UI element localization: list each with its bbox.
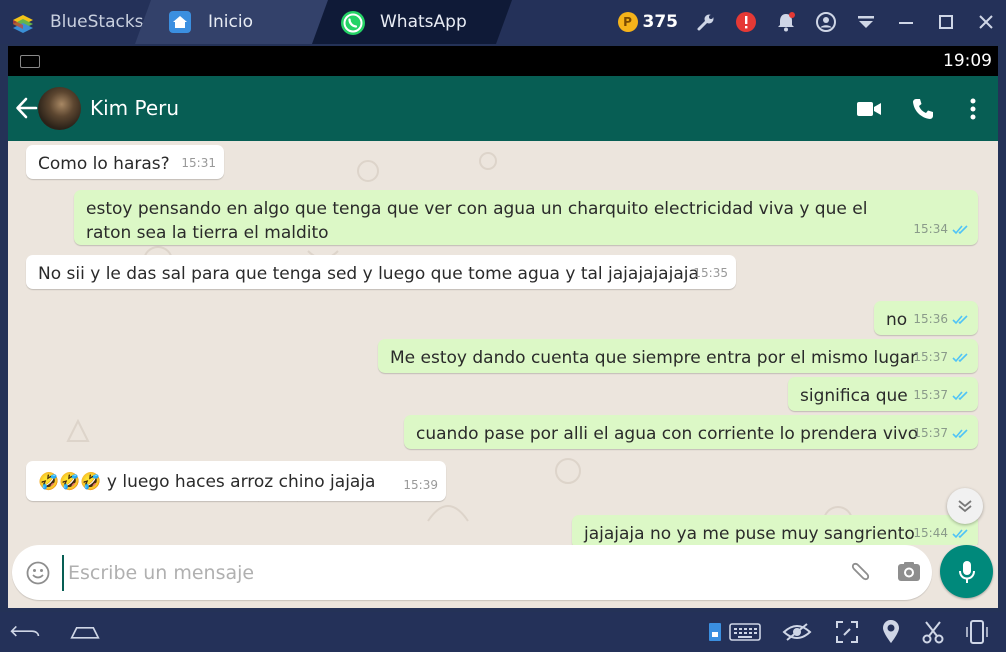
chat-header: Kim Peru	[8, 76, 998, 141]
message-bubble-outgoing[interactable]: jajajaja no ya me puse muy sangriento 15…	[572, 515, 978, 545]
message-time: 15:36	[913, 307, 970, 331]
eye-hidden-icon[interactable]	[782, 618, 812, 646]
message-time: 15:37	[913, 421, 970, 445]
scissors-icon[interactable]	[918, 618, 948, 646]
message-text: estoy pensando en algo que tenga que ver…	[86, 199, 868, 243]
notifications-bell-icon[interactable]	[766, 0, 806, 44]
message-bubble-incoming[interactable]: Como lo haras? 15:31	[26, 145, 224, 179]
coins-counter[interactable]: P 375	[617, 12, 679, 32]
message-input-box[interactable]	[12, 545, 932, 600]
account-icon[interactable]	[806, 0, 846, 44]
bluestacks-window: BlueStacks Inicio WhatsApp P 375 19:09 K…	[0, 0, 1006, 652]
portrait-toggle-icon[interactable]	[700, 618, 730, 646]
message-bubble-outgoing[interactable]: no 15:36	[874, 301, 978, 335]
tab-inicio[interactable]: Inicio	[135, 0, 330, 44]
video-call-icon[interactable]	[854, 94, 884, 124]
double-chevron-down-icon	[958, 500, 972, 513]
more-options-icon[interactable]	[958, 94, 988, 124]
message-text: significa que	[800, 386, 908, 406]
message-text: No sii y le das sal para que tenga sed y…	[38, 264, 699, 284]
home-icon	[168, 10, 192, 34]
fullscreen-icon[interactable]	[832, 618, 862, 646]
keyboard-icon[interactable]	[728, 618, 762, 646]
scroll-to-bottom-button[interactable]	[947, 488, 983, 524]
message-time: 15:35	[693, 266, 728, 280]
message-time: 15:34	[913, 217, 970, 241]
message-time: 15:44	[913, 521, 970, 545]
message-time: 15:37	[913, 345, 970, 369]
camera-icon[interactable]	[896, 559, 922, 585]
title-bar: BlueStacks Inicio WhatsApp P 375	[0, 0, 1006, 44]
message-text: Me estoy dando cuenta que siempre entra …	[390, 348, 918, 368]
message-text: Como lo haras?	[38, 154, 170, 174]
coin-icon: P	[617, 12, 638, 32]
menu-dropdown-icon[interactable]	[846, 0, 886, 44]
whatsapp-icon	[340, 10, 364, 34]
message-text: cuando pase por alli el agua con corrien…	[416, 424, 919, 444]
message-bubble-incoming[interactable]: No sii y le das sal para que tenga sed y…	[26, 255, 736, 289]
coins-value: 375	[642, 12, 679, 32]
status-time: 19:09	[943, 51, 992, 71]
android-screen: 19:09 Kim Peru Como lo haras? 15:31 esto…	[8, 46, 998, 608]
back-arrow-icon[interactable]	[14, 94, 40, 122]
close-icon[interactable]	[966, 0, 1006, 44]
message-bubble-outgoing[interactable]: Me estoy dando cuenta que siempre entra …	[378, 339, 978, 373]
message-input[interactable]	[62, 555, 830, 591]
message-time: 15:39	[403, 478, 438, 492]
message-time: 15:37	[913, 383, 970, 407]
read-ticks-icon	[952, 352, 968, 362]
alert-icon[interactable]	[726, 0, 766, 44]
tab-whatsapp-label: WhatsApp	[380, 12, 467, 32]
read-ticks-icon	[952, 390, 968, 400]
location-pin-icon[interactable]	[876, 618, 906, 646]
read-ticks-icon	[952, 314, 968, 324]
message-bubble-outgoing[interactable]: cuando pase por alli el agua con corrien…	[404, 415, 978, 449]
attach-paperclip-icon[interactable]	[844, 558, 872, 586]
tab-whatsapp[interactable]: WhatsApp	[312, 0, 512, 44]
minimize-icon[interactable]	[886, 0, 926, 44]
message-text: jajajaja no ya me puse muy sangriento	[584, 524, 915, 544]
message-text: no	[886, 310, 908, 330]
app-name-label: BlueStacks	[50, 12, 144, 32]
title-bar-controls: P 375	[617, 0, 1006, 44]
contact-name[interactable]: Kim Peru	[90, 96, 179, 120]
read-ticks-icon	[952, 528, 968, 538]
read-ticks-icon	[952, 224, 968, 234]
message-bubble-outgoing[interactable]: significa que 15:37	[788, 377, 978, 411]
keyboard-status-icon	[20, 55, 40, 68]
message-composer	[8, 545, 998, 608]
android-home-icon[interactable]	[70, 618, 100, 646]
message-time: 15:31	[181, 156, 216, 170]
read-ticks-icon	[952, 428, 968, 438]
emoji-icon[interactable]	[26, 561, 50, 585]
bluestacks-logo-tab[interactable]: BlueStacks	[10, 0, 144, 44]
android-back-icon[interactable]	[10, 618, 40, 646]
message-bubble-outgoing[interactable]: estoy pensando en algo que tenga que ver…	[74, 190, 978, 245]
bluestacks-bottom-bar	[0, 612, 1006, 652]
tab-inicio-label: Inicio	[208, 12, 253, 32]
voice-message-mic-button[interactable]	[940, 545, 993, 598]
bluestacks-logo-icon	[10, 10, 34, 34]
wrench-icon[interactable]	[686, 0, 726, 44]
message-bubble-incoming[interactable]: 🤣🤣🤣 y luego haces arroz chino jajaja 15:…	[26, 461, 446, 501]
status-bar: 19:09	[8, 46, 998, 76]
voice-call-icon[interactable]	[908, 94, 938, 124]
microphone-icon	[958, 560, 975, 583]
chat-messages[interactable]: Como lo haras? 15:31 estoy pensando en a…	[8, 141, 998, 545]
rotate-device-icon[interactable]	[962, 618, 992, 646]
maximize-icon[interactable]	[926, 0, 966, 44]
contact-avatar[interactable]	[38, 87, 81, 130]
message-text: 🤣🤣🤣 y luego haces arroz chino jajaja	[38, 472, 376, 492]
